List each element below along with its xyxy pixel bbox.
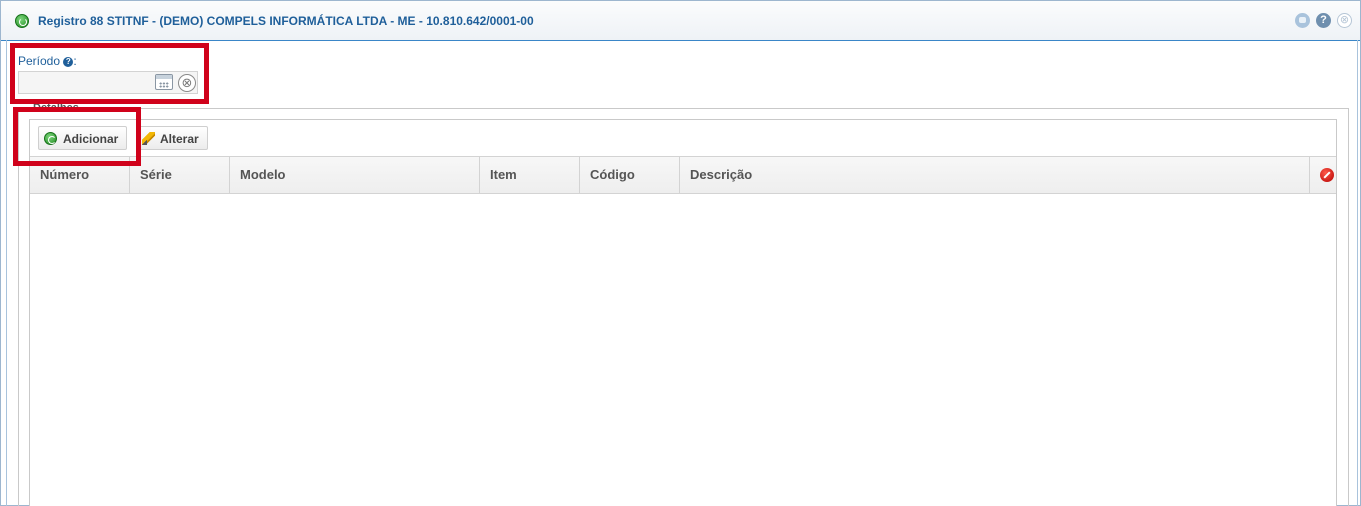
- content-left-border: [6, 40, 7, 506]
- close-icon[interactable]: ⊗: [1337, 13, 1352, 28]
- clear-icon[interactable]: ⊗: [178, 74, 196, 92]
- add-circle-icon: [15, 14, 29, 28]
- minimize-icon[interactable]: [1295, 13, 1310, 28]
- column-header-codigo[interactable]: Código: [580, 157, 680, 193]
- edit-button-label: Alterar: [160, 132, 199, 146]
- add-circle-icon: [44, 132, 57, 145]
- calendar-icon[interactable]: [155, 74, 173, 90]
- column-header-serie[interactable]: Série: [130, 157, 230, 193]
- column-header-actions: [1310, 157, 1336, 193]
- periodo-label-suffix: :: [73, 54, 77, 68]
- help-icon[interactable]: ?: [1316, 13, 1331, 28]
- remove-circle-icon[interactable]: [1320, 168, 1334, 182]
- add-button[interactable]: Adicionar: [38, 126, 127, 150]
- window-title: Registro 88 STITNF - (DEMO) COMPELS INFO…: [38, 14, 534, 28]
- edit-button[interactable]: Alterar: [136, 126, 208, 150]
- column-header-item[interactable]: Item: [480, 157, 580, 193]
- periodo-label-text: Período: [18, 54, 61, 68]
- content-right-border: [1357, 40, 1358, 506]
- grid-toolbar: [30, 120, 1336, 156]
- add-button-label: Adicionar: [63, 132, 119, 146]
- grid-header: Número Série Modelo Item Código Descriçã…: [30, 156, 1336, 194]
- column-header-numero[interactable]: Número: [30, 157, 130, 193]
- pencil-icon: [142, 132, 155, 145]
- periodo-label: Período ?:: [18, 54, 77, 68]
- periodo-help-icon[interactable]: ?: [63, 57, 74, 67]
- title-bar: Registro 88 STITNF - (DEMO) COMPELS INFO…: [1, 1, 1360, 41]
- column-header-modelo[interactable]: Modelo: [230, 157, 480, 193]
- detalhes-legend: Detalhes: [30, 102, 82, 114]
- column-header-descricao[interactable]: Descrição: [680, 157, 1310, 193]
- grid-body: [30, 194, 1336, 506]
